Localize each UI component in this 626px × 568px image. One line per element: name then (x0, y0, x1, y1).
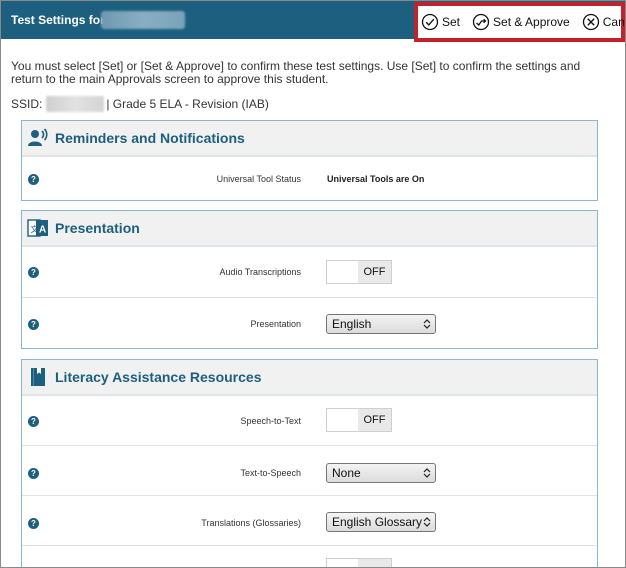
setting-label: Translations (Glossaries) (201, 518, 301, 528)
select-value: English (332, 317, 372, 331)
translations-select[interactable]: English Glossary (326, 512, 436, 532)
setting-row-partial (22, 545, 597, 567)
setting-row-presentation: ? Presentation English (22, 297, 597, 348)
book-icon (31, 368, 45, 386)
toggle-knob (327, 559, 358, 567)
toggle-state: OFF (358, 261, 391, 283)
setting-label: Universal Tool Status (216, 174, 301, 184)
select-value: None (332, 466, 361, 480)
x-circle-icon (582, 13, 599, 31)
section-header: Reminders and Notifications (22, 121, 597, 156)
section-header: Literacy Assistance Resources (22, 360, 597, 395)
ssid-line: SSID: | Grade 5 ELA - Revision (IAB) (11, 96, 269, 112)
help-icon[interactable]: ? (28, 518, 39, 529)
redacted-student-name (101, 11, 185, 29)
setting-label: Text-to-Speech (240, 468, 301, 478)
set-approve-button-label: Set & Approve (493, 15, 570, 29)
partial-toggle[interactable] (326, 558, 392, 567)
help-icon[interactable]: ? (28, 468, 39, 479)
cancel-button[interactable]: Cancel (582, 13, 625, 31)
presentation-select[interactable]: English (326, 314, 436, 334)
set-button-label: Set (442, 15, 461, 29)
section-reminders: Reminders and Notifications ? Universal … (21, 120, 598, 201)
ssid-label: SSID: (11, 97, 43, 111)
toggle-state (358, 559, 391, 567)
help-icon[interactable]: ? (28, 174, 39, 185)
setting-row-text-to-speech: ? Text-to-Speech None (22, 445, 597, 495)
section-title: Literacy Assistance Resources (55, 369, 262, 385)
setting-value: Universal Tools are On (327, 174, 425, 184)
help-icon[interactable]: ? (28, 319, 39, 330)
select-value: English Glossary (332, 515, 423, 529)
help-icon[interactable]: ? (28, 267, 39, 278)
set-button[interactable]: Set (421, 13, 460, 31)
section-title: Presentation (55, 220, 140, 236)
section-presentation: 文 A Presentation ? Audio Transcriptions … (21, 210, 598, 349)
toggle-state: OFF (358, 409, 391, 431)
setting-label: Speech-to-Text (240, 416, 301, 426)
help-icon[interactable]: ? (28, 416, 39, 427)
intro-text: You must select [Set] or [Set & Approve]… (11, 59, 581, 86)
check-circle-icon (421, 13, 439, 31)
speaker-person-icon (28, 128, 48, 146)
dialog-title: Test Settings for: (11, 13, 109, 27)
setting-row-audio-transcriptions: ? Audio Transcriptions OFF (22, 246, 597, 297)
toggle-knob (327, 261, 358, 283)
setting-label: Presentation (250, 319, 301, 329)
language-icon: 文 A (27, 219, 48, 237)
audio-transcriptions-toggle[interactable]: OFF (326, 260, 392, 284)
test-name: | Grade 5 ELA - Revision (IAB) (106, 97, 269, 111)
cancel-button-label: Cancel (602, 15, 625, 29)
setting-row-speech-to-text: ? Speech-to-Text OFF (22, 395, 597, 445)
action-bar: Set Set & Approve Cancel (421, 11, 625, 33)
section-title: Reminders and Notifications (55, 130, 245, 146)
setting-label: Audio Transcriptions (219, 267, 301, 277)
chevron-updown-icon (423, 319, 431, 329)
speech-to-text-toggle[interactable]: OFF (326, 408, 392, 432)
svg-text:A: A (39, 225, 46, 236)
check-arrow-circle-icon (472, 13, 490, 31)
section-literacy-assistance: Literacy Assistance Resources ? Speech-t… (21, 359, 598, 567)
redacted-ssid (46, 96, 105, 112)
svg-text:文: 文 (31, 224, 39, 234)
chevron-updown-icon (423, 517, 431, 527)
test-settings-dialog: Test Settings for: Set Set & Approve Can… (0, 0, 626, 568)
section-header: 文 A Presentation (22, 211, 597, 246)
setting-row-translations: ? Translations (Glossaries) English Glos… (22, 495, 597, 545)
setting-row-universal-tool-status: ? Universal Tool Status Universal Tools … (22, 156, 597, 200)
chevron-updown-icon (423, 468, 431, 478)
toggle-knob (327, 409, 358, 431)
set-approve-button[interactable]: Set & Approve (472, 13, 570, 31)
text-to-speech-select[interactable]: None (326, 463, 436, 483)
